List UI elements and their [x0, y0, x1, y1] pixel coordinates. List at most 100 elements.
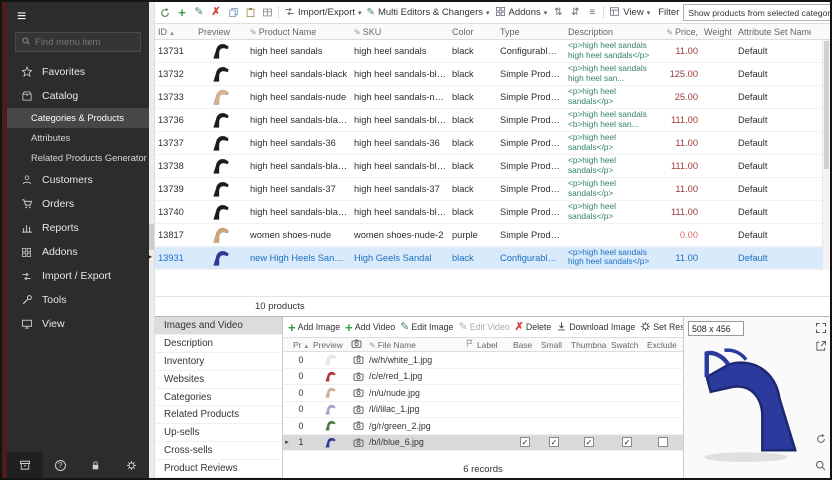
column-header-label[interactable]: Label — [475, 338, 511, 351]
column-header-color[interactable]: Color — [449, 24, 497, 39]
tab-categories[interactable]: Categories — [155, 389, 282, 407]
table-row[interactable]: 13733high heel sandals-nudehigh heel san… — [155, 86, 830, 109]
store-icon[interactable] — [7, 452, 43, 478]
add-video-button[interactable]: +Add Video — [345, 321, 395, 334]
column-header-attribute-set-name[interactable]: Attribute Set Name — [735, 24, 811, 39]
open-external-icon[interactable] — [813, 338, 828, 353]
help-icon[interactable]: ? — [43, 452, 79, 478]
column-header-base[interactable]: Base — [511, 338, 539, 351]
delete-record-button[interactable]: ✗ — [208, 5, 224, 21]
table-row[interactable]: 13736high heel sandals-black-36high heel… — [155, 109, 830, 132]
table-row[interactable]: 13739high heel sandals-37high heel sanda… — [155, 178, 830, 201]
column-header-preview[interactable]: Preview — [195, 24, 247, 39]
column-header-id[interactable]: ID▲ — [155, 24, 195, 39]
sidebar-item-import-export[interactable]: Import / Export — [7, 264, 149, 288]
refresh-button[interactable] — [157, 5, 173, 21]
table-row[interactable]: 13731high heel sandalshigh heel sandalsb… — [155, 40, 830, 63]
checkbox-checked[interactable]: ✓ — [549, 437, 559, 447]
table-row[interactable]: ▸1/b/l/blue_6.jpg✓✓✓✓ — [283, 435, 683, 452]
sidebar-item-view[interactable]: View — [7, 312, 149, 336]
table-row[interactable]: 0/g/r/green_2.jpg — [283, 418, 683, 435]
paste-button[interactable] — [242, 5, 258, 21]
column-header-sku[interactable]: ✎SKU — [351, 24, 449, 39]
delete-button[interactable]: ✗Delete — [515, 322, 552, 333]
sort-descending-button[interactable]: ⇵ — [567, 5, 583, 21]
sidebar-item-related-products-generator[interactable]: Related Products Generator — [7, 148, 149, 168]
tab-product-reviews[interactable]: Product Reviews — [155, 460, 282, 478]
splitter-grip[interactable] — [149, 224, 154, 250]
column-header-weight[interactable]: Weight — [701, 24, 735, 39]
addons-menu-button[interactable]: Addons▾ — [493, 4, 550, 22]
sidebar-item-customers[interactable]: Customers — [7, 168, 149, 192]
lock-icon[interactable] — [78, 452, 114, 478]
download-image-button[interactable]: Download Image — [556, 321, 635, 334]
column-header-preview[interactable]: Preview — [311, 338, 349, 351]
sidebar-item-orders[interactable]: Orders — [7, 192, 149, 216]
settings-icon[interactable] — [114, 452, 150, 478]
sidebar-item-favorites[interactable]: Favorites — [7, 60, 149, 84]
grid-options-button[interactable]: ≡ — [584, 5, 600, 21]
column-header-flag-icon[interactable] — [463, 338, 475, 351]
zoom-icon[interactable] — [813, 458, 828, 473]
column-header-swatch[interactable]: Swatch — [609, 338, 645, 351]
sort-ascending-button[interactable]: ⇅ — [550, 5, 566, 21]
add-image-button[interactable]: +Add Image — [288, 321, 340, 334]
column-header-price[interactable]: ✎Price, — [657, 24, 701, 39]
set-resize-rule-button[interactable]: Set Resize Rule — [640, 321, 683, 334]
resize-dimensions-input[interactable] — [688, 321, 744, 336]
column-header-small[interactable]: Small — [539, 338, 569, 351]
tab-up-sells[interactable]: Up-sells — [155, 424, 282, 442]
add-record-button[interactable]: + — [174, 5, 190, 21]
table-row[interactable]: 0/l/i/lilac_1.jpg — [283, 402, 683, 419]
tab-websites[interactable]: Websites — [155, 371, 282, 389]
import-export-menu-button[interactable]: Import/Export▾ — [282, 4, 364, 22]
hamburger-menu-icon[interactable]: ≡ — [7, 2, 149, 30]
edit-table-button[interactable] — [259, 5, 275, 21]
checkbox-checked[interactable]: ✓ — [622, 437, 632, 447]
tab-related-products[interactable]: Related Products — [155, 406, 282, 424]
table-row[interactable]: 0/w/h/white_1.jpg — [283, 352, 683, 369]
column-header-camera-icon[interactable] — [349, 338, 367, 351]
checkbox-checked[interactable]: ✓ — [520, 437, 530, 447]
column-header-type[interactable]: Type — [497, 24, 565, 39]
sidebar-item-addons[interactable]: Addons — [7, 240, 149, 264]
tab-description[interactable]: Description — [155, 335, 282, 353]
grid-scrollbar-thumb[interactable] — [824, 41, 829, 169]
table-row[interactable]: 13732high heel sandals-blackhigh heel sa… — [155, 63, 830, 86]
table-row[interactable]: 13738high heel sandals-black-37high heel… — [155, 155, 830, 178]
column-header-file-name[interactable]: ✎File Name — [367, 338, 463, 351]
tab-images-and-video[interactable]: Images and Video — [155, 317, 282, 335]
checkbox-checked[interactable]: ✓ — [584, 437, 594, 447]
search-input[interactable] — [35, 37, 135, 48]
table-row[interactable]: 13931new High Heels SandalsHigh Geels Sa… — [155, 247, 830, 270]
sidebar-item-tools[interactable]: Tools — [7, 288, 149, 312]
table-row[interactable]: 13740high heel sandals-black-38high heel… — [155, 201, 830, 224]
rotate-icon[interactable] — [813, 431, 828, 446]
table-row[interactable]: 0/n/u/nude.jpg — [283, 385, 683, 402]
edit-record-button[interactable]: ✎ — [191, 5, 207, 21]
filter-select[interactable]: Show products from selected categories▾ — [683, 4, 830, 21]
table-row[interactable]: 13817women shoes-nudewomen shoes-nude-2p… — [155, 224, 830, 247]
sidebar-search[interactable] — [15, 32, 141, 52]
column-header-thumbna[interactable]: Thumbna — [569, 338, 609, 351]
table-row[interactable]: 13737high heel sandals-36high heel sanda… — [155, 132, 830, 155]
tab-inventory[interactable]: Inventory — [155, 353, 282, 371]
column-header-exclude[interactable]: Exclude — [645, 338, 681, 351]
column-header-pr[interactable]: Pr▲ — [291, 338, 311, 351]
sidebar-item-attributes[interactable]: Attributes — [7, 128, 149, 148]
checkbox-unchecked[interactable] — [658, 437, 668, 447]
sidebar-item-reports[interactable]: Reports — [7, 216, 149, 240]
grid-scrollbar[interactable] — [822, 40, 830, 270]
view-menu-button[interactable]: View▾ — [607, 4, 652, 22]
sidebar-item-categories-products[interactable]: Categories & Products — [7, 108, 149, 128]
column-header-label: Pr — [293, 340, 301, 350]
sidebar-item-catalog[interactable]: Catalog — [7, 84, 149, 108]
edit-image-button[interactable]: ✎Edit Image — [400, 322, 453, 333]
tab-cross-sells[interactable]: Cross-sells — [155, 442, 282, 460]
fullscreen-icon[interactable] — [813, 320, 828, 335]
column-header-product-name[interactable]: ✎Product Name — [247, 24, 351, 39]
table-row[interactable]: 0/c/e/red_1.jpg — [283, 369, 683, 386]
copy-button[interactable] — [225, 5, 241, 21]
column-header-description[interactable]: Description — [565, 24, 657, 39]
multi-editors-changers-menu-button[interactable]: ✎Multi Editors & Changers▾ — [365, 5, 492, 20]
